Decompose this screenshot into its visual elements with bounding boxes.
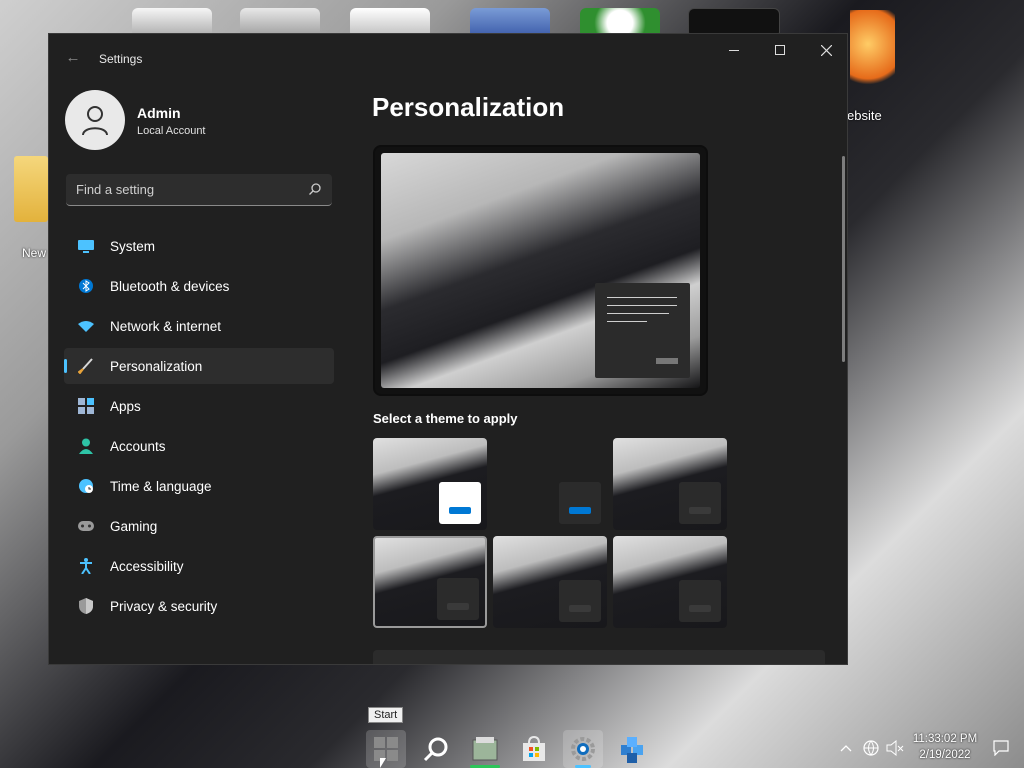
back-arrow-icon[interactable]: ←	[63, 48, 83, 68]
theme-sample-window	[679, 482, 721, 524]
search-icon	[423, 737, 448, 762]
shield-icon	[78, 598, 94, 614]
store-button[interactable]	[514, 730, 554, 768]
store-icon	[523, 736, 545, 761]
start-tooltip: Start	[368, 707, 404, 723]
sidebar-nav: System Bluetooth & devices Network & int…	[64, 228, 334, 628]
person-icon	[82, 106, 108, 136]
account-type: Local Account	[137, 125, 206, 137]
monitor-icon	[78, 238, 94, 254]
theme-sample-window	[439, 482, 481, 524]
sidebar-item-personalization[interactable]: Personalization	[64, 348, 334, 384]
theme-dark-2[interactable]	[373, 536, 487, 628]
folder-icon	[472, 737, 498, 761]
chevron-up-icon	[840, 745, 852, 752]
sidebar-item-system[interactable]: System	[64, 228, 334, 264]
windows-logo-icon	[374, 737, 398, 761]
taskbar: 11:33:02 PM 2/19/2022	[0, 728, 1024, 768]
maximize-icon	[775, 45, 785, 55]
cubes-icon	[621, 737, 643, 763]
gamepad-icon	[78, 518, 94, 534]
mouse-cursor-icon	[380, 758, 386, 768]
sidebar-item-label: Gaming	[110, 518, 158, 534]
theme-dark-blank[interactable]	[493, 438, 607, 530]
desktop-folder-label: New	[22, 246, 47, 260]
avatar[interactable]	[65, 90, 125, 150]
sidebar-item-accessibility[interactable]: Accessibility	[64, 548, 334, 584]
title-bar: ← Settings	[49, 34, 847, 82]
notification-icon	[993, 740, 1009, 756]
maximize-button[interactable]	[757, 34, 803, 66]
sidebar-item-time-language[interactable]: Time & language	[64, 468, 334, 504]
sidebar-item-label: Apps	[110, 398, 141, 414]
show-hidden-icons-button[interactable]	[838, 728, 854, 768]
search-button[interactable]	[416, 730, 456, 768]
window-title: Settings	[99, 52, 143, 66]
bluetooth-icon	[78, 278, 94, 294]
globe-clock-icon	[78, 478, 94, 494]
theme-grid	[373, 438, 733, 634]
preview-window	[595, 283, 690, 378]
sidebar-item-accounts[interactable]: Accounts	[64, 428, 334, 464]
theme-dark-4[interactable]	[613, 536, 727, 628]
sidebar-item-label: Bluetooth & devices	[110, 278, 230, 294]
settings-button[interactable]	[563, 730, 603, 768]
start-button[interactable]	[366, 730, 406, 768]
theme-heading: Select a theme to apply	[373, 411, 518, 426]
theme-sample-window	[559, 580, 601, 622]
clock-date: 2/19/2022	[919, 749, 971, 761]
theme-sample-window	[559, 482, 601, 524]
sidebar-item-label: System	[110, 238, 156, 254]
accessibility-icon	[78, 558, 94, 574]
settings-window: ← Settings Admin Local Account Find a se…	[48, 33, 848, 665]
sidebar-item-label: Network & internet	[110, 318, 222, 334]
desktop-shortcut-label: ebsite	[847, 108, 882, 123]
brush-icon	[78, 358, 94, 374]
website-shortcut-icon[interactable]	[850, 10, 895, 95]
desktop-folder-icon[interactable]	[14, 156, 48, 222]
theme-dark-3[interactable]	[493, 536, 607, 628]
file-explorer-button[interactable]	[465, 730, 505, 768]
network-button[interactable]	[860, 728, 882, 768]
sidebar-item-apps[interactable]: Apps	[64, 388, 334, 424]
search-icon	[309, 183, 321, 195]
sidebar-item-bluetooth[interactable]: Bluetooth & devices	[64, 268, 334, 304]
theme-sample-window	[679, 580, 721, 622]
wallpaper-preview	[381, 153, 700, 388]
user-name: Admin	[137, 105, 181, 121]
search-input[interactable]: Find a setting	[66, 174, 332, 206]
clock[interactable]: 11:33:02 PM 2/19/2022	[905, 731, 985, 763]
clock-time: 11:33:02 PM	[912, 733, 978, 745]
volume-button[interactable]	[884, 728, 906, 768]
sidebar-item-privacy[interactable]: Privacy & security	[64, 588, 334, 624]
theme-sample-window	[437, 578, 479, 620]
sidebar-item-label: Personalization	[110, 358, 203, 374]
close-button[interactable]	[803, 34, 847, 66]
sidebar-item-label: Accounts	[110, 438, 166, 454]
minimize-button[interactable]	[711, 34, 757, 66]
theme-preview	[373, 145, 708, 396]
person-icon	[78, 438, 94, 454]
sidebar-item-label: Privacy & security	[110, 598, 218, 614]
page-title: Personalization	[372, 92, 565, 122]
theme-light[interactable]	[373, 438, 487, 530]
globe-icon	[863, 740, 879, 756]
sidebar-item-gaming[interactable]: Gaming	[64, 508, 334, 544]
minimize-icon	[729, 49, 739, 51]
theme-dark-1[interactable]	[613, 438, 727, 530]
wifi-icon	[78, 318, 94, 334]
notification-button[interactable]	[990, 728, 1012, 768]
sidebar-item-network[interactable]: Network & internet	[64, 308, 334, 344]
registry-button[interactable]	[613, 730, 653, 768]
settings-card[interactable]	[373, 650, 825, 664]
sidebar-item-label: Accessibility	[110, 558, 184, 574]
speaker-muted-icon	[886, 740, 904, 756]
search-placeholder: Find a setting	[76, 182, 155, 197]
gear-icon	[571, 737, 595, 761]
sidebar-item-label: Time & language	[110, 478, 212, 494]
close-icon	[820, 44, 832, 56]
apps-icon	[78, 398, 94, 414]
scrollbar-thumb[interactable]	[842, 156, 845, 362]
